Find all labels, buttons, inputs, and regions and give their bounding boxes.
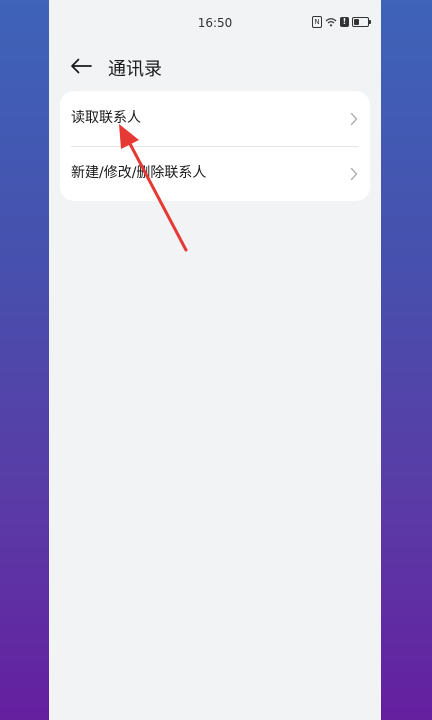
list-item-edit-contacts[interactable]: 新建/修改/删除联系人 — [60, 146, 370, 201]
list-item-label: 读取联系人 — [71, 110, 141, 126]
status-bar: 16:50 N ! — [49, 0, 381, 46]
back-button[interactable] — [67, 53, 95, 79]
alert-icon: ! — [340, 17, 349, 27]
list-item-read-contacts[interactable]: 读取联系人 — [60, 91, 370, 146]
phone-screen: 16:50 N ! 通讯录 读取联系人 新建/修改/删除联系人 — [49, 0, 381, 720]
list-item-label: 新建/修改/删除联系人 — [71, 165, 207, 181]
page-title: 通讯录 — [108, 59, 162, 80]
header: 通讯录 — [49, 46, 381, 86]
chevron-right-icon — [350, 167, 358, 181]
battery-level — [354, 19, 359, 25]
wifi-icon — [325, 17, 337, 27]
nfc-icon: N — [312, 16, 322, 28]
contacts-options-card: 读取联系人 新建/修改/删除联系人 — [60, 91, 370, 201]
battery-icon — [352, 17, 371, 27]
status-icons: N ! — [312, 16, 371, 28]
chevron-right-icon — [350, 112, 358, 126]
arrow-left-icon — [71, 58, 92, 74]
